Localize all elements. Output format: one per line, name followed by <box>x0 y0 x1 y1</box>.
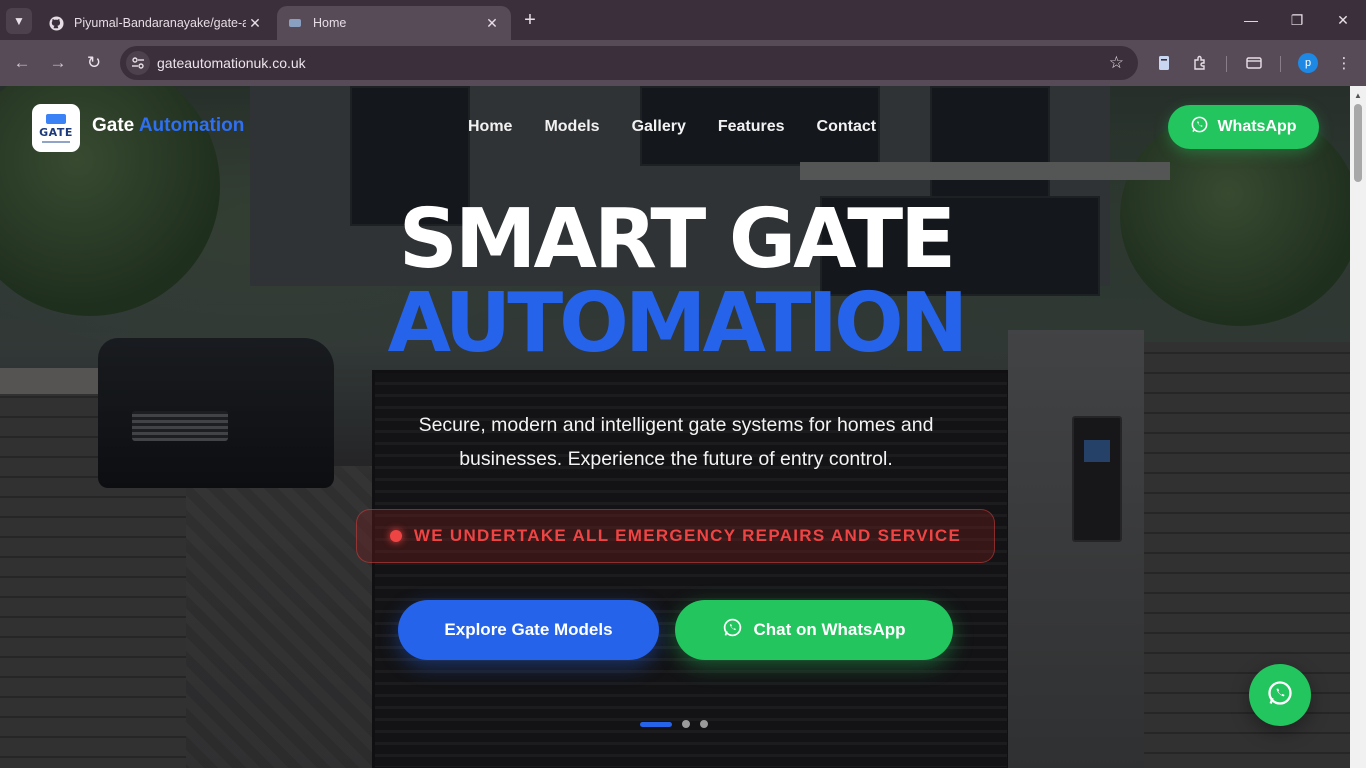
header-whatsapp-label: WhatsApp <box>1217 118 1297 135</box>
main-nav: Home Models Gallery Features Contact <box>468 118 876 136</box>
brand-first-word: Gate <box>92 115 135 136</box>
page-scrollbar[interactable] <box>1350 86 1366 768</box>
forward-icon[interactable]: → <box>44 49 72 77</box>
scroll-up-arrow-icon[interactable]: ▲ <box>1350 88 1366 102</box>
tab-github[interactable]: Piyumal-Bandaranayake/gate-a ✕ <box>38 6 274 40</box>
logo-text: GATE <box>39 125 73 139</box>
emergency-banner: WE UNDERTAKE ALL EMERGENCY REPAIRS AND S… <box>356 509 995 563</box>
site-info-icon[interactable] <box>126 51 150 75</box>
floating-whatsapp-button[interactable] <box>1249 664 1311 726</box>
slide-dot-3[interactable] <box>700 720 708 728</box>
bookmark-star-icon[interactable]: ☆ <box>1109 53 1124 73</box>
minimize-icon[interactable]: — <box>1228 0 1274 40</box>
whatsapp-icon <box>1266 679 1294 712</box>
tab-search-button[interactable]: ▼ <box>6 8 32 34</box>
browser-toolbar: ← → ↻ gateautomationuk.co.uk ☆ ⋮ <box>0 40 1366 86</box>
close-window-icon[interactable]: ✕ <box>1320 0 1366 40</box>
more-menu-icon[interactable]: ⋮ <box>1332 51 1356 75</box>
emergency-text: WE UNDERTAKE ALL EMERGENCY REPAIRS AND S… <box>413 526 962 545</box>
nav-gallery[interactable]: Gallery <box>632 118 686 136</box>
github-icon <box>48 15 64 31</box>
slide-dot-2[interactable] <box>682 720 690 728</box>
nav-home[interactable]: Home <box>468 118 512 136</box>
close-tab-icon[interactable]: ✕ <box>246 14 264 32</box>
nav-features[interactable]: Features <box>718 118 785 136</box>
url-text[interactable]: gateautomationuk.co.uk <box>157 55 306 71</box>
whatsapp-icon <box>722 617 743 643</box>
chat-whatsapp-button[interactable]: Chat on WhatsApp <box>675 600 953 660</box>
toolbar-divider <box>1226 56 1227 72</box>
logo-underline <box>42 140 70 143</box>
restore-icon[interactable]: ❐ <box>1274 0 1320 40</box>
tab-title: Home <box>313 16 347 30</box>
site-favicon-icon <box>287 15 303 31</box>
tab-strip: ▼ Piyumal-Bandaranayake/gate-a ✕ Home ✕ … <box>0 0 1366 40</box>
nav-contact[interactable]: Contact <box>817 118 877 136</box>
alert-dot-icon <box>389 530 402 542</box>
site-logo[interactable]: GATE <box>32 104 80 152</box>
new-tab-button[interactable]: + <box>518 8 542 32</box>
close-tab-icon[interactable]: ✕ <box>483 14 501 32</box>
brand-name[interactable]: Gate Automation <box>92 115 244 137</box>
tab-title: Piyumal-Bandaranayake/gate-a <box>74 16 246 30</box>
nav-models[interactable]: Models <box>544 118 599 136</box>
tab-home[interactable]: Home ✕ <box>277 6 511 40</box>
window-controls: — ❐ ✕ <box>1228 0 1366 40</box>
slide-dot-1[interactable] <box>640 721 672 727</box>
toolbar-divider <box>1280 56 1281 72</box>
reading-list-icon[interactable] <box>1152 51 1176 75</box>
gate-logo-icon <box>46 113 66 124</box>
whatsapp-icon <box>1190 115 1209 139</box>
back-icon[interactable]: ← <box>8 49 36 77</box>
slider-dots <box>640 720 708 728</box>
brand-second-word: Automation <box>138 115 245 136</box>
scrollbar-thumb[interactable] <box>1354 104 1362 182</box>
explore-models-button[interactable]: Explore Gate Models <box>398 600 659 660</box>
hero-title-line2: AUTOMATION <box>387 276 969 371</box>
reload-icon[interactable]: ↻ <box>80 49 108 77</box>
hero-title-line1: SMART GATE <box>398 192 956 287</box>
chat-whatsapp-label: Chat on WhatsApp <box>753 620 906 639</box>
profile-avatar[interactable]: p <box>1298 53 1318 73</box>
header-whatsapp-button[interactable]: WhatsApp <box>1168 105 1319 149</box>
page-viewport: GATE Gate Automation Home Models Gallery… <box>0 86 1350 768</box>
extensions-icon[interactable] <box>1188 51 1212 75</box>
tab-layout-icon[interactable] <box>1242 51 1266 75</box>
hero-subtitle: Secure, modern and intelligent gate syst… <box>418 414 934 470</box>
address-bar[interactable]: gateautomationuk.co.uk ☆ <box>120 46 1138 80</box>
